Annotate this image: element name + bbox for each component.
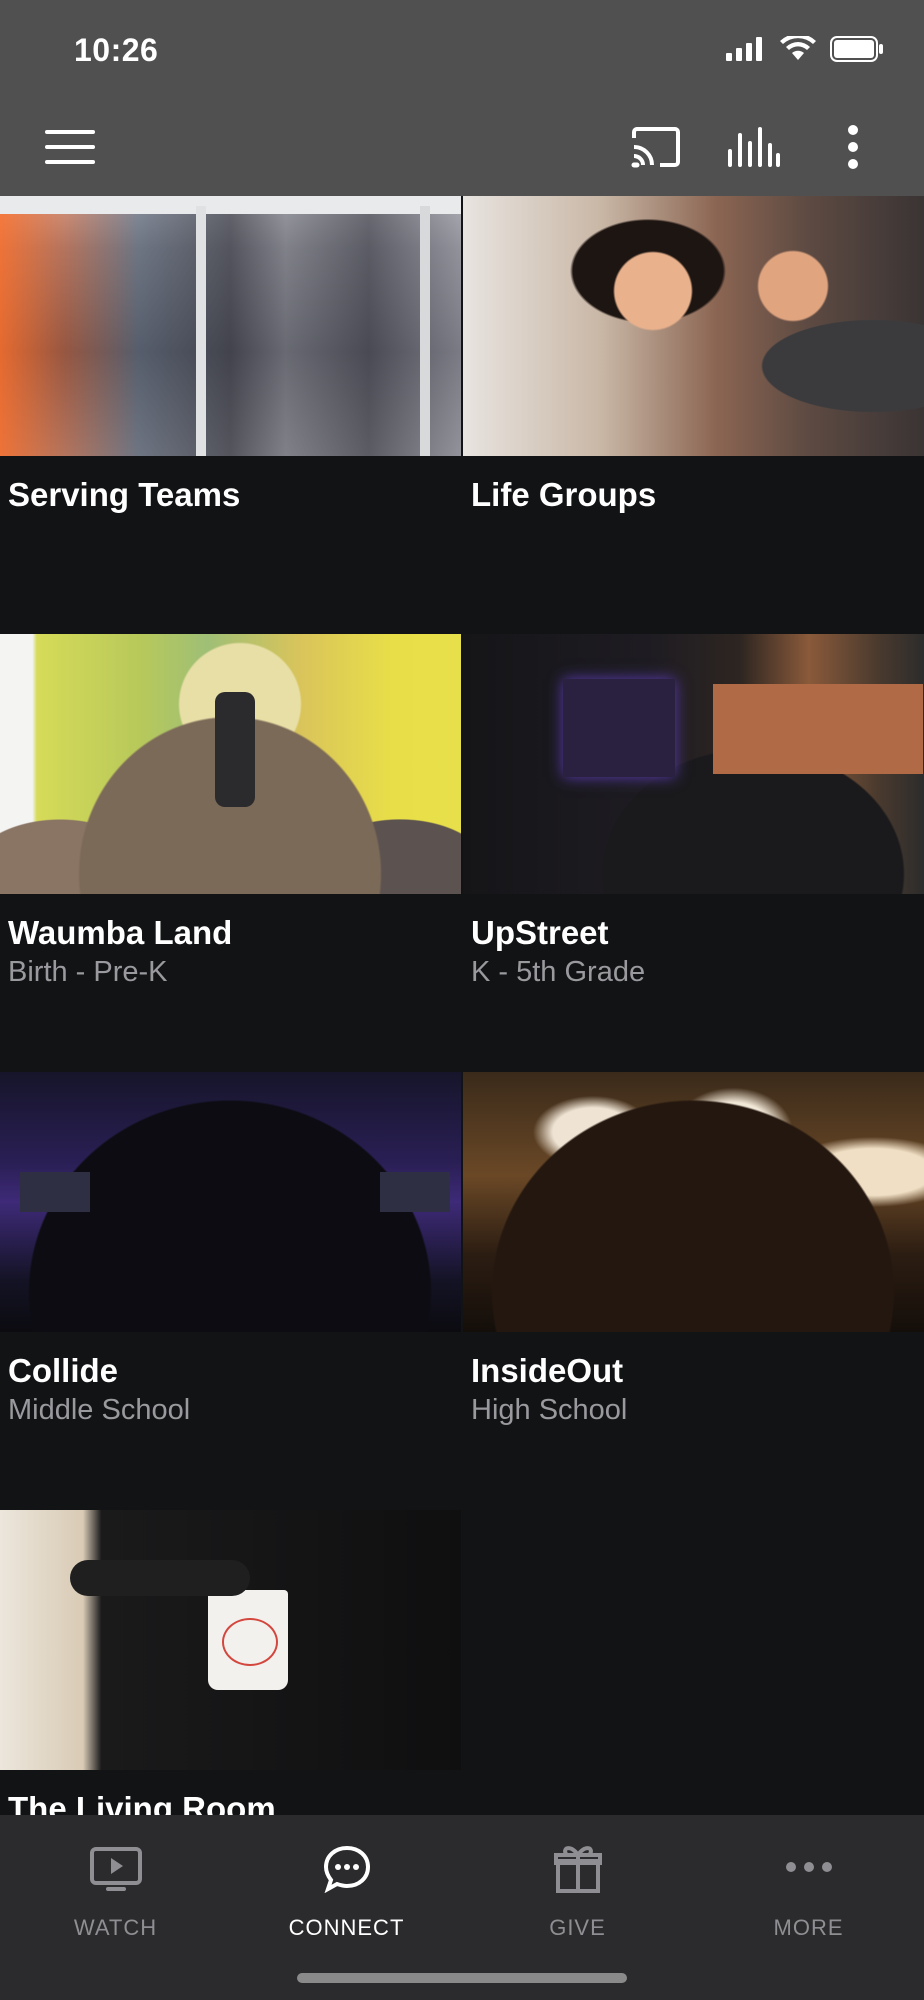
gift-icon: [554, 1846, 602, 1893]
card-subtitle: Middle School: [8, 1394, 191, 1426]
card-title: Collide: [8, 1352, 119, 1389]
horizontal-dots-icon: [786, 1862, 832, 1872]
status-time: 10:26: [74, 32, 159, 68]
chat-bubble-icon: [323, 1845, 371, 1893]
card-image: [0, 1510, 461, 1770]
card-image: [463, 196, 924, 456]
audio-bars-icon[interactable]: [726, 122, 782, 172]
card-image: [0, 196, 461, 456]
vertical-dots-icon[interactable]: [838, 122, 868, 172]
card-collide[interactable]: Collide Middle School: [0, 1072, 461, 1509]
tab-label: GIVE: [549, 1915, 606, 1940]
card-insideout[interactable]: InsideOut High School: [463, 1072, 924, 1509]
card-title: Waumba Land: [8, 914, 233, 951]
status-bar: 10:26: [0, 0, 924, 100]
card-subtitle: K - 5th Grade: [471, 956, 646, 988]
card-title: Serving Teams: [8, 476, 241, 513]
tab-give[interactable]: GIVE: [462, 1833, 693, 1953]
card-title: InsideOut: [471, 1352, 624, 1389]
cast-icon[interactable]: [628, 122, 684, 172]
signal-icon: [726, 37, 762, 61]
tab-watch[interactable]: WATCH: [0, 1833, 231, 1953]
home-indicator: [297, 1973, 627, 1983]
card-the-living-room[interactable]: The Living Room: [0, 1510, 461, 1815]
battery-icon: [830, 36, 883, 62]
card-serving-teams[interactable]: Serving Teams: [0, 196, 461, 633]
tab-label: MORE: [773, 1915, 844, 1940]
hamburger-menu-icon[interactable]: [40, 122, 100, 172]
card-life-groups[interactable]: Life Groups: [463, 196, 924, 633]
status-icons: [726, 36, 884, 62]
card-image: [0, 1072, 461, 1332]
tv-play-icon: [90, 1847, 142, 1891]
card-image: [463, 1072, 924, 1332]
card-title: Life Groups: [471, 476, 657, 513]
tab-connect[interactable]: CONNECT: [231, 1833, 462, 1953]
wifi-icon: [780, 36, 816, 60]
card-subtitle: Birth - Pre-K: [8, 956, 168, 988]
tab-label: CONNECT: [288, 1915, 405, 1940]
card-image: [0, 634, 461, 894]
card-title: UpStreet: [471, 914, 609, 951]
tab-more[interactable]: MORE: [693, 1833, 924, 1953]
card-waumba-land[interactable]: Waumba Land Birth - Pre-K: [0, 634, 461, 1071]
card-title: The Living Room: [8, 1790, 276, 1815]
tab-label: WATCH: [73, 1915, 158, 1940]
card-subtitle: High School: [471, 1394, 628, 1426]
app-bar: [0, 100, 924, 196]
card-upstreet[interactable]: UpStreet K - 5th Grade: [463, 634, 924, 1071]
card-image: [463, 634, 924, 894]
